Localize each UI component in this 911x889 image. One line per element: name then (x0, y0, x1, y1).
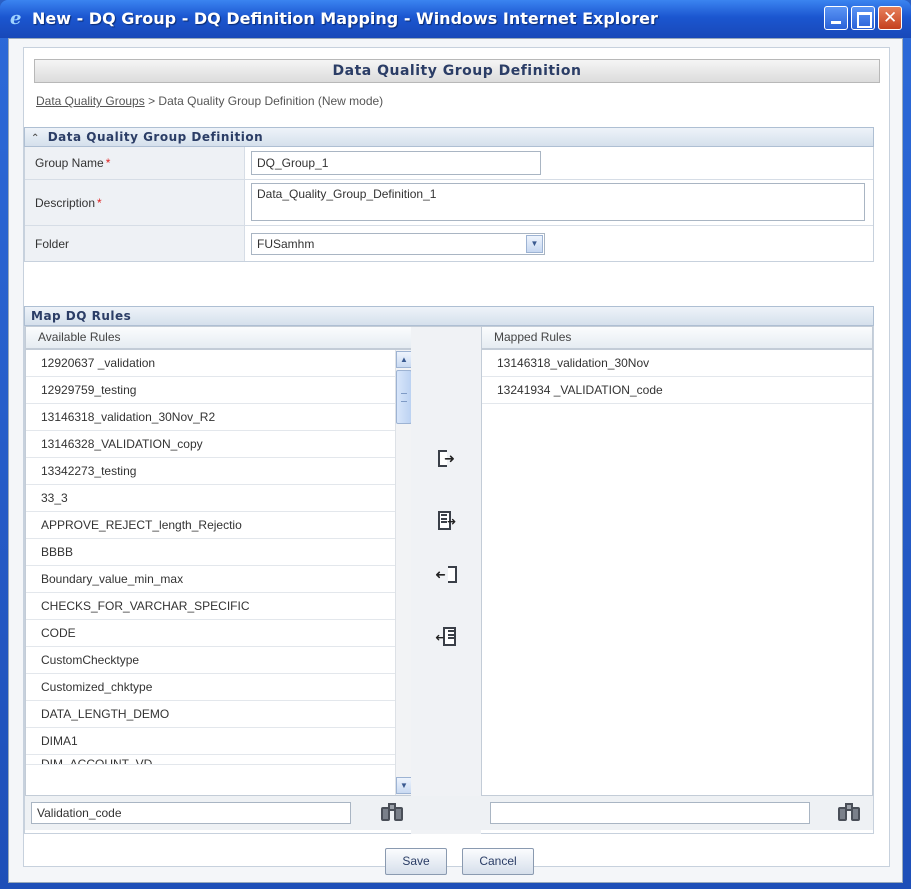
folder-cell: FUSamhm ▼ (245, 226, 873, 261)
list-item[interactable]: 13146318_validation_30Nov (482, 350, 872, 377)
required-marker: * (105, 156, 111, 170)
available-rules-header: Available Rules (25, 326, 413, 349)
mapped-search-bar (481, 796, 873, 830)
definition-section-header[interactable]: ⌃ Data Quality Group Definition (24, 127, 874, 147)
required-marker: * (97, 195, 102, 210)
arrow-right-icon: ➜ (444, 452, 455, 467)
breadcrumb-separator: > (148, 94, 156, 108)
scroll-up-icon[interactable]: ▲ (396, 351, 412, 368)
breadcrumb-link-data-quality-groups[interactable]: Data Quality Groups (36, 94, 145, 108)
description-cell: Data_Quality_Group_Definition_1 (245, 180, 873, 225)
close-icon: ✕ (883, 8, 898, 28)
browser-window: e New - DQ Group - DQ Definition Mapping… (0, 0, 911, 889)
move-all-left-button[interactable]: ➜ (435, 625, 459, 649)
save-button[interactable]: Save (385, 848, 447, 875)
group-name-row: Group Name * (25, 147, 873, 179)
map-rules-section-title: Map DQ Rules (31, 309, 132, 323)
scroll-thumb[interactable] (396, 370, 412, 424)
breadcrumb: Data Quality Groups > Data Quality Group… (36, 94, 383, 108)
folder-select-value: FUSamhm (257, 236, 315, 251)
arrow-left-icon: ➜ (435, 568, 446, 583)
close-window-button[interactable]: ✕ (878, 6, 902, 30)
map-rules-panel: Available Rules 12920637 _validation 1292… (24, 326, 874, 834)
description-textarea[interactable]: Data_Quality_Group_Definition_1 (251, 183, 865, 221)
mapped-rules-header: Mapped Rules (481, 326, 873, 349)
internet-explorer-icon: e (10, 8, 22, 29)
breadcrumb-current: Data Quality Group Definition (New mode) (158, 94, 384, 108)
folder-row: Folder FUSamhm ▼ (25, 225, 873, 261)
arrow-left-icon: ➜ (435, 631, 445, 644)
collapse-icon[interactable]: ⌃ (31, 130, 43, 148)
map-rules-section-header: Map DQ Rules (24, 306, 874, 326)
document-icon (448, 566, 457, 583)
available-rules-items: 12920637 _validation 12929759_testing 1314… (26, 350, 412, 765)
list-item[interactable]: CODE (26, 620, 396, 647)
description-label: Description * (25, 180, 245, 225)
description-row: Description * Data_Quality_Group_Definiti… (25, 179, 873, 225)
mapped-rules-items: 13146318_validation_30Nov 13241934 _VALID… (482, 350, 872, 404)
list-item[interactable]: 13241934 _VALIDATION_code (482, 377, 872, 404)
list-item[interactable]: Customized_chktype (26, 674, 396, 701)
definition-form: Group Name* Description* Data_Quality_Gr… (24, 147, 874, 262)
available-rules-list[interactable]: 12920637 _validation 12929759_testing 1314… (25, 349, 413, 796)
title-bar: e New - DQ Group - DQ Definition Mapping… (0, 0, 911, 38)
available-rules-scrollbar[interactable]: ▲ ▼ (395, 350, 412, 795)
binoculars-icon[interactable] (381, 803, 405, 823)
list-item[interactable]: DIM_ACCOUNT_VD (26, 755, 396, 765)
mapped-rules-list[interactable]: 13146318_validation_30Nov 13241934 _VALID… (481, 349, 873, 796)
group-name-label: Group Name * (25, 147, 245, 179)
list-item[interactable]: 13342273_testing (26, 458, 396, 485)
list-item[interactable]: BBBB (26, 539, 396, 566)
group-name-label-text: Group Name (35, 156, 104, 170)
list-item[interactable]: 13146318_validation_30Nov_R2 (26, 404, 396, 431)
folder-select[interactable]: FUSamhm ▼ (251, 232, 545, 255)
page-title: Data Quality Group Definition (34, 59, 880, 83)
list-item[interactable]: Boundary_value_min_max (26, 566, 396, 593)
definition-section-title: Data Quality Group Definition (47, 130, 264, 144)
group-name-input[interactable] (251, 151, 541, 175)
list-item[interactable]: 33_3 (26, 485, 396, 512)
window-title: New - DQ Group - DQ Definition Mapping -… (32, 9, 658, 28)
arrow-right-icon: ➜ (447, 515, 457, 528)
page-content: Data Quality Group Definition Data Quali… (23, 47, 890, 875)
cancel-button[interactable]: Cancel (462, 848, 534, 875)
list-item[interactable]: 12920637 _validation (26, 350, 396, 377)
available-search-input[interactable] (31, 802, 351, 824)
list-lines-icon (448, 630, 454, 639)
list-item[interactable]: 13146328_VALIDATION_copy (26, 431, 396, 458)
list-item[interactable]: DIMA1 (26, 728, 396, 755)
group-name-cell (245, 147, 873, 179)
move-selected-right-button[interactable]: ➜ (435, 448, 459, 472)
chevron-down-icon[interactable]: ▼ (526, 234, 543, 253)
list-item[interactable]: CHECKS_FOR_VARCHAR_SPECIFIC (26, 593, 396, 620)
mapping-controls: ➜ ➜ ➜ ➜ (411, 326, 481, 834)
browser-client-area: Data Quality Group Definition Data Quali… (8, 38, 903, 883)
move-selected-left-button[interactable]: ➜ (435, 564, 459, 588)
move-all-right-button[interactable]: ➜ (435, 509, 459, 533)
minimize-button[interactable] (824, 6, 848, 30)
mapped-search-input[interactable] (490, 802, 810, 824)
list-item[interactable]: CustomChecktype (26, 647, 396, 674)
scroll-down-icon[interactable]: ▼ (396, 777, 412, 794)
list-item[interactable]: DATA_LENGTH_DEMO (26, 701, 396, 728)
list-item[interactable]: 12929759_testing (26, 377, 396, 404)
list-item[interactable]: APPROVE_REJECT_length_Rejectio (26, 512, 396, 539)
folder-label: Folder (25, 226, 245, 261)
available-search-bar (25, 796, 413, 830)
binoculars-icon[interactable] (838, 803, 862, 823)
description-label-text: Description (35, 195, 96, 210)
maximize-button[interactable] (851, 6, 875, 30)
search-bar-spacer (411, 796, 481, 830)
